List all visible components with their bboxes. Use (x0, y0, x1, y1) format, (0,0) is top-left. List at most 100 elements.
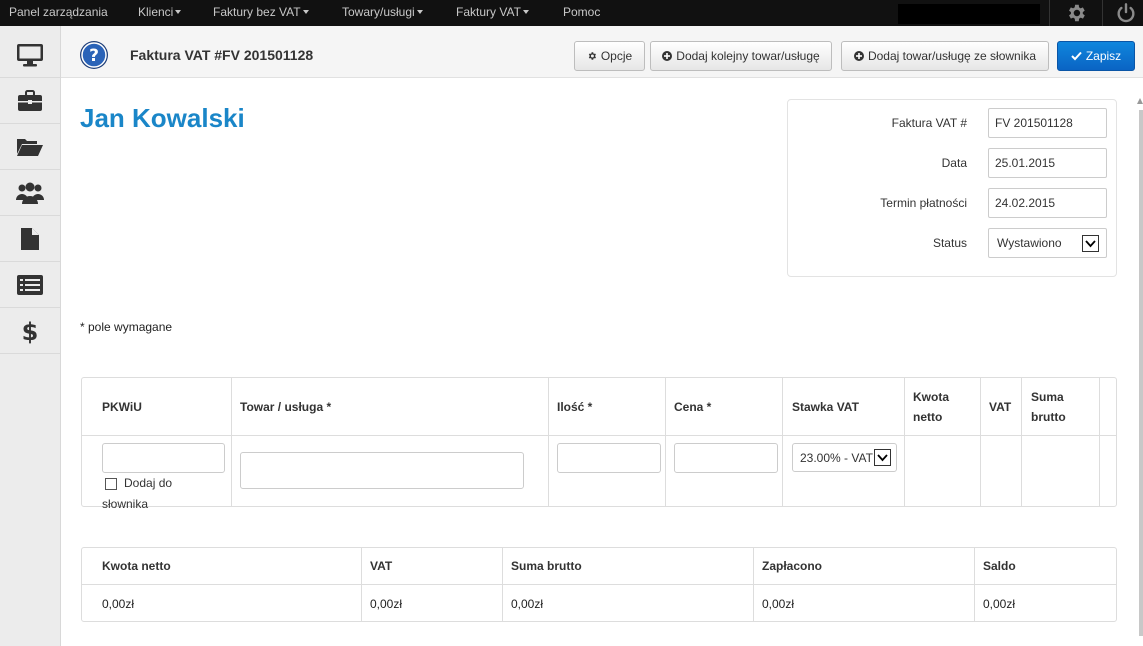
gear-icon[interactable] (1056, 0, 1096, 26)
summary-header-balance: Saldo (983, 559, 1016, 573)
status-label: Status (932, 236, 967, 250)
caret-down-icon (416, 9, 423, 14)
sidebar-item-documents[interactable] (0, 216, 60, 262)
price-input[interactable] (674, 443, 778, 473)
add-item-button[interactable]: Dodaj kolejny towar/usługę (650, 41, 832, 71)
check-icon (1071, 51, 1082, 61)
dollar-icon: $ (22, 318, 39, 345)
column-divider (904, 378, 905, 506)
column-divider (502, 548, 503, 621)
column-divider (231, 378, 232, 506)
due-date-label: Termin płatności (880, 196, 967, 210)
plus-circle-icon (662, 51, 673, 61)
column-header-quantity: Ilość * (557, 399, 593, 414)
chevron-down-icon (1082, 235, 1099, 252)
column-divider (782, 378, 783, 506)
column-header-gross: Suma brutto (1031, 378, 1066, 435)
list-icon (17, 274, 43, 295)
scroll-up-arrow-icon[interactable] (1137, 98, 1143, 104)
client-name[interactable]: Jan Kowalski (80, 103, 245, 134)
column-header-pkwiu: PKWiU (102, 399, 142, 414)
summary-value-paid: 0,00zł (762, 597, 795, 611)
svg-text:?: ? (89, 46, 99, 66)
summary-value-net: 0,00zł (102, 597, 135, 611)
invoice-date-label: Data (941, 156, 967, 170)
column-divider (665, 378, 666, 506)
page-title: Faktura VAT #FV 201501128 (130, 47, 314, 63)
add-to-dictionary-label: Dodaj do (124, 476, 173, 490)
nav-item-dashboard[interactable]: Panel zarządzania (9, 0, 108, 26)
invoice-date-field[interactable]: 25.01.2015 (988, 148, 1107, 178)
vat-rate-select-value: 23.00% - VAT (800, 451, 873, 465)
users-icon (16, 182, 44, 204)
sidebar: $ (0, 26, 61, 646)
add-from-dictionary-button[interactable]: Dodaj towar/usługę ze słownika (841, 41, 1049, 71)
status-select[interactable]: Wystawiono (988, 228, 1107, 258)
summary-header-vat: VAT (370, 559, 393, 573)
add-to-dictionary-label-line2: słownika (102, 497, 149, 511)
sidebar-item-users[interactable] (0, 170, 60, 216)
gear-icon (587, 51, 597, 61)
vat-rate-select[interactable]: 23.00% - VAT (792, 443, 897, 472)
nav-item-products[interactable]: Towary/usługi (342, 0, 423, 26)
summary-header-net: Kwota netto (102, 559, 171, 573)
sidebar-item-clients[interactable] (0, 78, 60, 124)
table-divider (82, 435, 1116, 436)
scrollbar-thumb[interactable] (1139, 110, 1143, 636)
add-item-button-label: Dodaj kolejny towar/usługę (676, 49, 820, 63)
nav-item-clients[interactable]: Klienci (138, 0, 182, 26)
column-header-vat-rate: Stawka VAT (792, 399, 859, 414)
summary-value-balance: 0,00zł (983, 597, 1016, 611)
caret-down-icon (302, 9, 309, 14)
column-header-gross-line2: brutto (1031, 409, 1066, 424)
page-header: ? Faktura VAT #FV 201501128 Opcje Dodaj … (61, 26, 1143, 78)
sidebar-item-finance[interactable]: $ (0, 308, 60, 354)
file-icon (21, 227, 39, 250)
invoice-number-field[interactable]: FV 201501128 (988, 108, 1107, 138)
invoice-number-label: Faktura VAT # (891, 116, 967, 130)
column-header-product: Towar / usługa * (240, 399, 332, 414)
summary-header-paid: Zapłacono (762, 559, 823, 573)
column-divider (753, 548, 754, 621)
due-date-field[interactable]: 24.02.2015 (988, 188, 1107, 218)
column-header-gross-line1: Suma (1031, 389, 1064, 404)
quantity-input[interactable] (557, 443, 661, 473)
nav-item-vat-invoices[interactable]: Faktury VAT (456, 0, 529, 26)
folder-open-icon (17, 138, 43, 156)
column-header-net-line2: netto (913, 409, 943, 424)
invoice-details-panel: Faktura VAT # FV 201501128 Data 25.01.20… (787, 99, 1117, 277)
required-fields-note: * pole wymagane (80, 320, 173, 334)
caret-down-icon (522, 9, 529, 14)
top-navbar: Panel zarządzania Klienci Faktury bez VA… (0, 0, 1143, 26)
caret-down-icon (175, 9, 182, 14)
nav-divider (1049, 0, 1050, 26)
options-button[interactable]: Opcje (574, 41, 645, 71)
invoice-summary-table: Kwota netto VAT Suma brutto Zapłacono Sa… (81, 547, 1117, 622)
product-input[interactable] (240, 452, 524, 489)
column-header-net-line1: Kwota (913, 389, 949, 404)
column-header-price: Cena * (674, 399, 712, 414)
column-divider (1099, 378, 1100, 506)
help-icon[interactable]: ? (79, 40, 109, 70)
add-to-dictionary-checkbox[interactable] (105, 478, 117, 490)
save-button-label: Zapisz (1085, 49, 1122, 63)
save-button[interactable]: Zapisz (1057, 41, 1135, 71)
user-name-box[interactable] (898, 4, 1040, 24)
column-divider (548, 378, 549, 506)
column-divider (361, 548, 362, 621)
sidebar-item-dashboard[interactable] (0, 32, 60, 78)
sidebar-item-list[interactable] (0, 262, 60, 308)
nav-divider (1102, 0, 1103, 26)
summary-value-gross: 0,00zł (511, 597, 544, 611)
svg-text:$: $ (22, 318, 39, 345)
sidebar-item-folders[interactable] (0, 124, 60, 170)
power-icon[interactable] (1106, 0, 1143, 26)
table-divider (82, 584, 1116, 585)
nav-item-invoices-no-vat[interactable]: Faktury bez VAT (213, 0, 309, 26)
column-header-net-amount: Kwota netto (913, 378, 949, 435)
monitor-icon (17, 43, 43, 66)
summary-value-vat: 0,00zł (370, 597, 403, 611)
pkwiu-input[interactable] (102, 443, 225, 473)
status-select-value: Wystawiono (997, 236, 1062, 250)
nav-item-help[interactable]: Pomoc (563, 0, 600, 26)
